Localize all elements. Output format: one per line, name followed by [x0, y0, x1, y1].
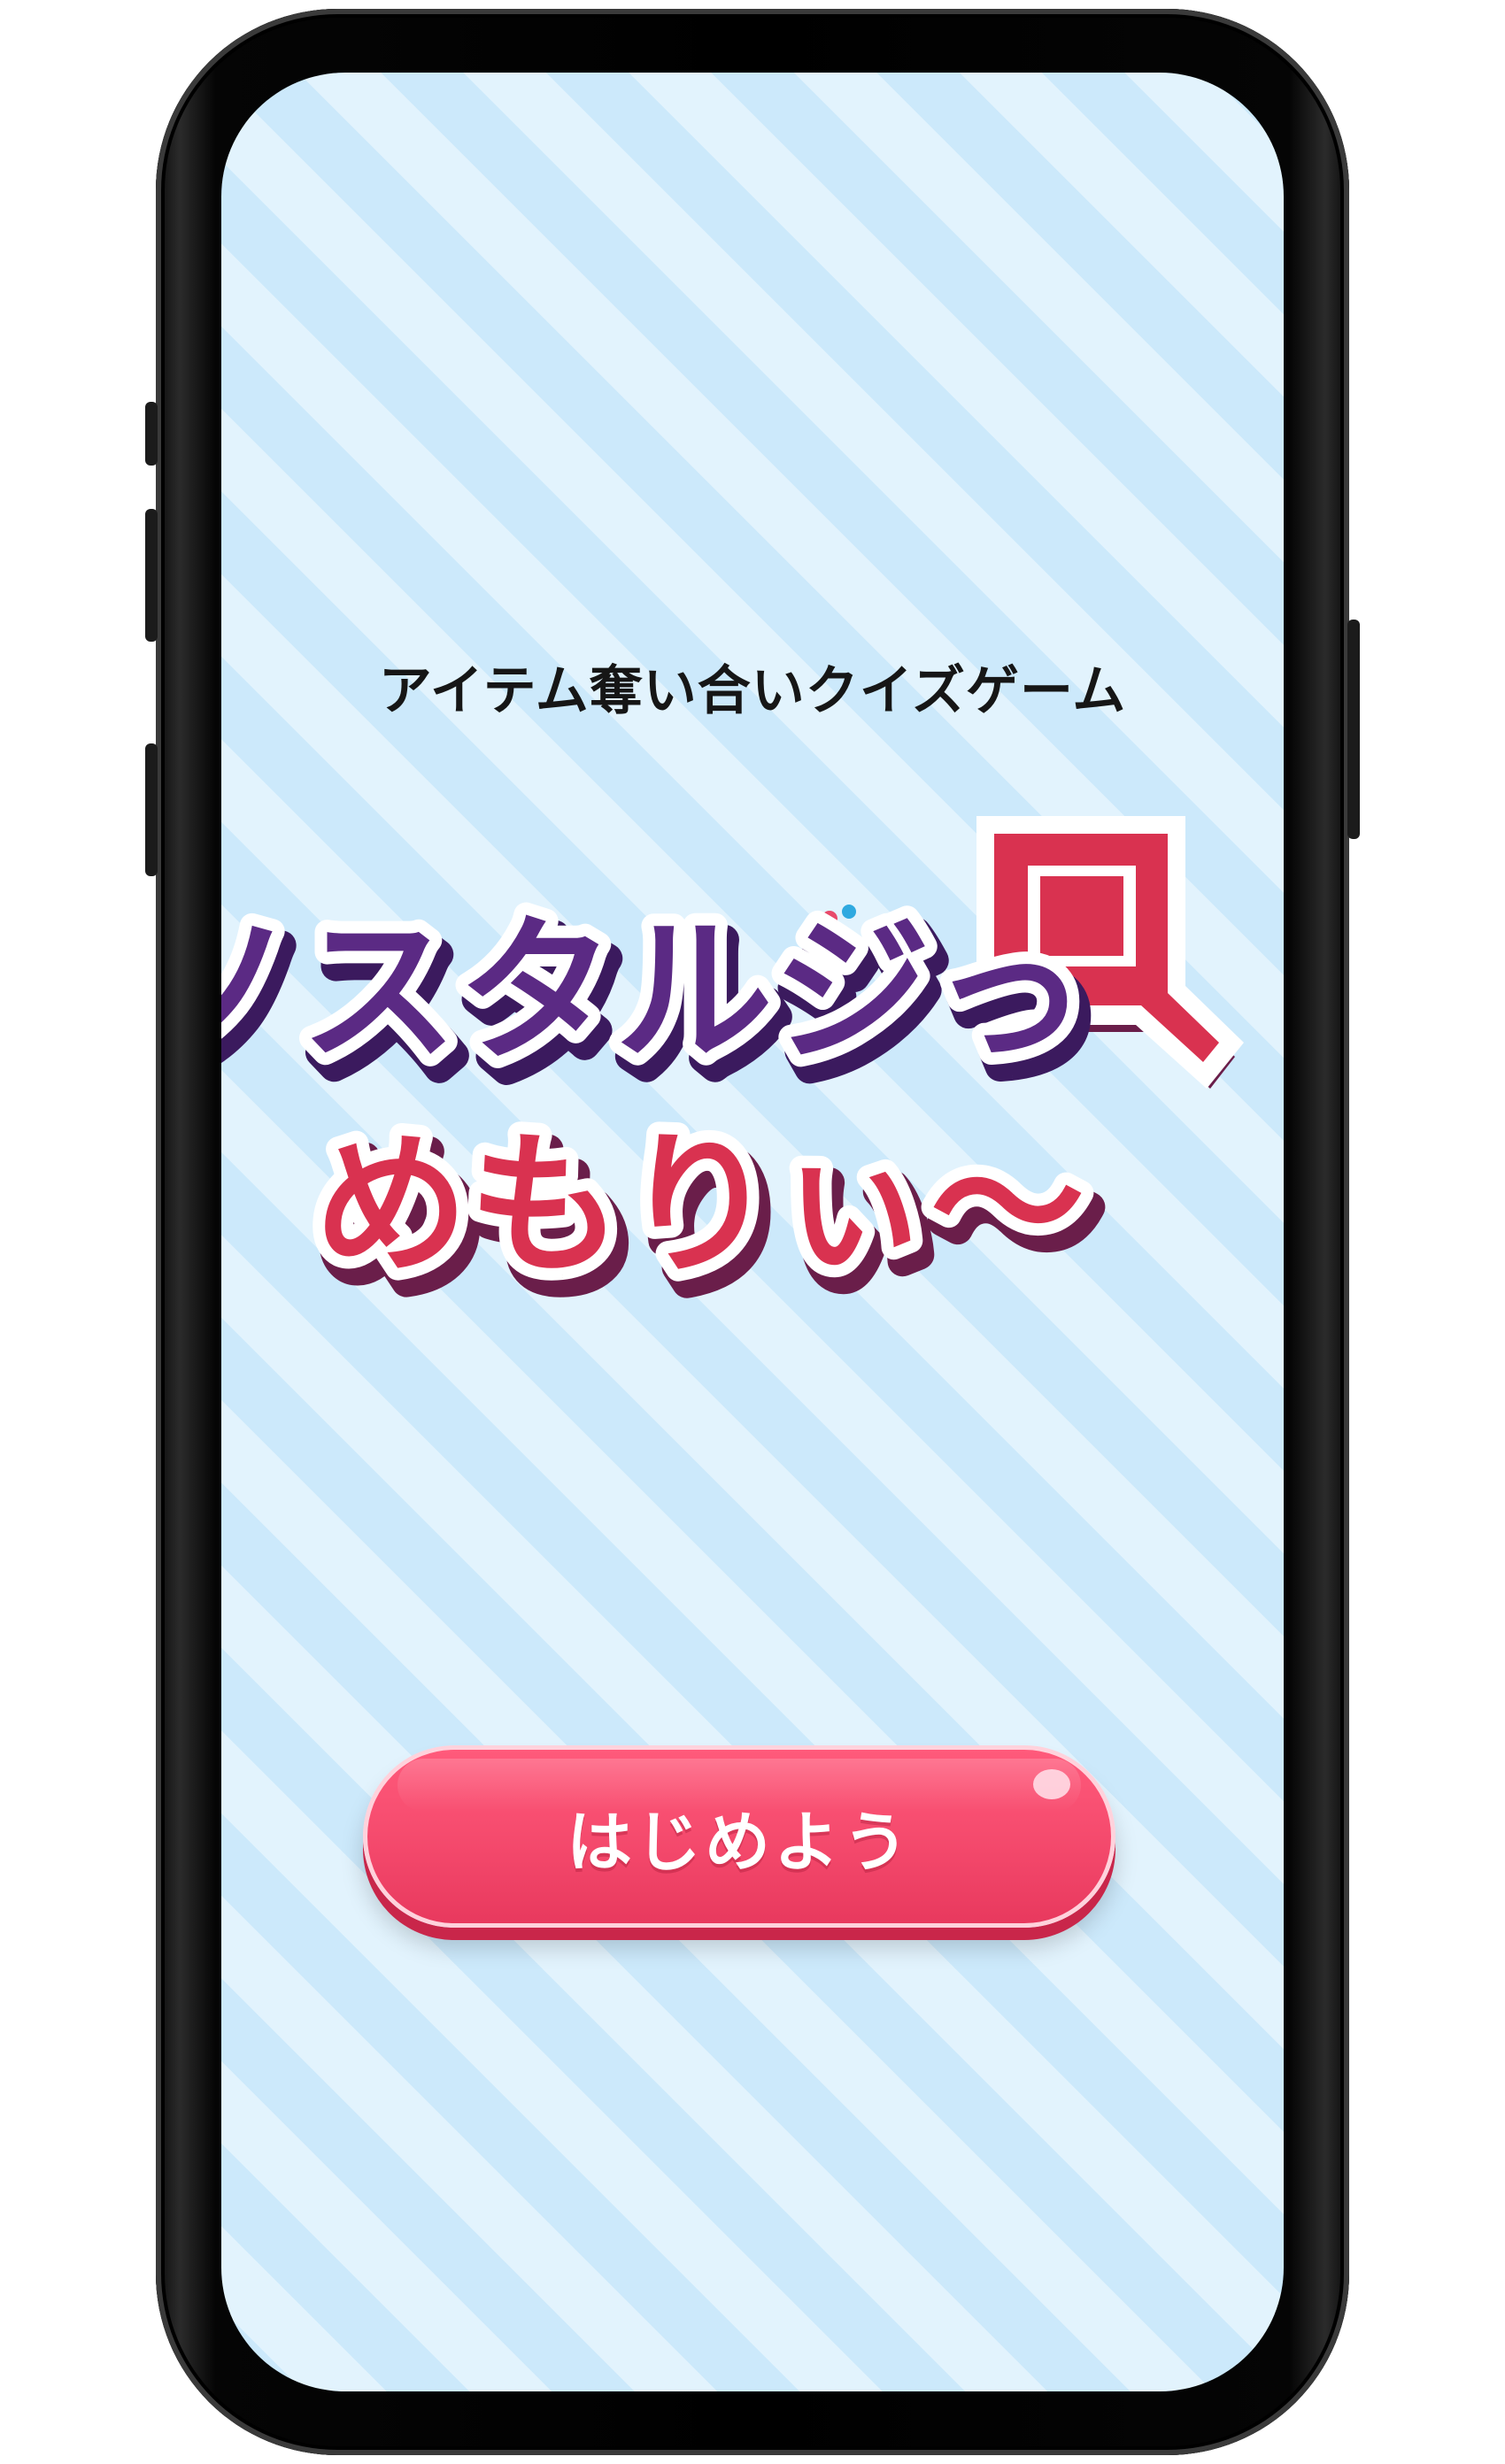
volume-down-button — [145, 743, 158, 876]
title-screen: アイテム奪い合いクイズゲーム Q ノスタルジっ ノスタルジっ ノスタルジっ めも… — [221, 73, 1284, 2391]
volume-up-button — [145, 509, 158, 642]
game-logo-art: Q ノスタルジっ ノスタルジっ ノスタルジっ めもりぃ〜 めもりぃ〜 めもりぃ〜 — [221, 816, 1244, 1325]
button-highlight-icon — [1033, 1769, 1070, 1799]
power-button — [1347, 620, 1360, 839]
start-button[interactable]: はじめよう — [363, 1745, 1115, 1928]
logo-line-2: めもりぃ〜 めもりぃ〜 めもりぃ〜 — [302, 1104, 1108, 1325]
silent-switch — [145, 402, 158, 466]
logo-line-1-text: ノスタルジっ — [221, 900, 1088, 1083]
game-subtitle: アイテム奪い合いクイズゲーム — [378, 660, 1127, 722]
game-logo: Q ノスタルジっ ノスタルジっ ノスタルジっ めもりぃ〜 めもりぃ〜 めもりぃ〜 — [221, 754, 1279, 1329]
start-button-shine — [397, 1759, 1081, 1812]
logo-line-1: ノスタルジっ ノスタルジっ ノスタルジっ — [221, 888, 1112, 1113]
logo-line-2-text: めもりぃ〜 — [314, 1116, 1084, 1296]
